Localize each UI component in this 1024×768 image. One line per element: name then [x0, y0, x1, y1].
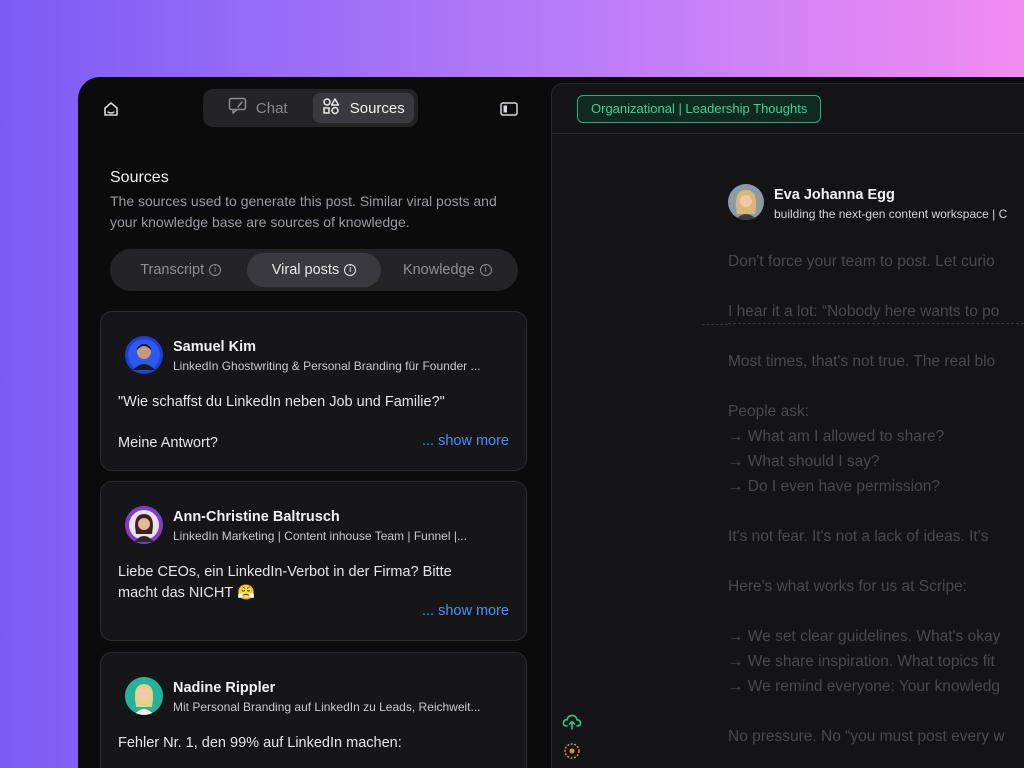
- post-line: → Do I even have permission?: [728, 478, 940, 495]
- sources-panel: Chat Sources Sources The sources used to…: [78, 77, 550, 768]
- post-editor-panel: Organizational | Leadership Thoughts Eva…: [551, 83, 1024, 768]
- post-line: → We set clear guidelines. What's okay: [728, 628, 1001, 645]
- post-line: I hear it a lot: “Nobody here wants to p…: [728, 299, 1024, 324]
- info-icon[interactable]: i: [479, 264, 492, 276]
- post-line: People ask:: [728, 403, 809, 420]
- post-text-line: Liebe CEOs, ein LinkedIn-Verbot in der F…: [118, 564, 452, 580]
- avatar: [125, 336, 163, 374]
- post-line: [728, 549, 1024, 574]
- post-headline: LinkedIn Ghostwriting & Personal Brandin…: [173, 359, 481, 373]
- avatar: [125, 506, 163, 544]
- post-author: Ann-Christine Baltrusch: [173, 509, 340, 525]
- post-text-line: macht das NICHT 😤: [118, 585, 256, 601]
- post-line: No pressure. No “you must post every w: [728, 728, 1005, 745]
- post-body[interactable]: Don't force your team to post. Let curio…: [728, 249, 1024, 749]
- source-type-tabs: Transcript i Viral posts i Knowledge i: [110, 249, 518, 291]
- post-line: [728, 274, 1024, 299]
- tab-viral-posts-label: Viral posts: [271, 262, 340, 278]
- post-line: → We remind everyone: Your knowledg: [728, 678, 1000, 695]
- chat-icon: [228, 97, 248, 119]
- post-line: [728, 374, 1024, 399]
- post-headline: Mit Personal Branding auf LinkedIn zu Le…: [173, 700, 481, 714]
- chat-tab[interactable]: Chat: [207, 93, 309, 123]
- post-line: Here's what works for us at Scripe:: [728, 578, 967, 595]
- sources-heading: Sources: [110, 169, 169, 186]
- sources-icon: [322, 97, 342, 119]
- sources-description: The sources used to generate this post. …: [110, 193, 497, 230]
- tab-knowledge[interactable]: Knowledge i: [381, 253, 514, 287]
- post-line: → What should I say?: [728, 453, 880, 470]
- tab-transcript[interactable]: Transcript i: [114, 253, 247, 287]
- info-icon[interactable]: i: [344, 264, 357, 276]
- avatar: [728, 184, 764, 220]
- panel-toggle-icon[interactable]: [498, 98, 520, 120]
- post-line: [728, 699, 1024, 724]
- post-line: [728, 324, 1024, 349]
- sources-tab-label: Sources: [349, 99, 405, 117]
- app-window: Chat Sources Sources The sources used to…: [78, 77, 1024, 768]
- post-author: Samuel Kim: [173, 339, 256, 355]
- topic-tag[interactable]: Organizational | Leadership Thoughts: [577, 95, 822, 123]
- selection-underline: [702, 324, 728, 325]
- tab-viral-posts[interactable]: Viral posts i: [247, 253, 381, 287]
- post-line: → What am I allowed to share?: [728, 428, 945, 445]
- sources-tab[interactable]: Sources: [312, 93, 414, 123]
- show-more-link[interactable]: ... show more: [422, 433, 509, 449]
- post-line: Don't force your team to post. Let curio: [728, 253, 995, 270]
- home-icon[interactable]: [100, 98, 122, 120]
- editor-topbar: Organizational | Leadership Thoughts: [552, 84, 1024, 134]
- status-indicator-icon[interactable]: [562, 741, 582, 761]
- viral-post-card[interactable]: Ann-Christine Baltrusch LinkedIn Marketi…: [100, 481, 527, 641]
- view-switcher: Chat Sources: [203, 89, 418, 127]
- viral-post-card[interactable]: Samuel Kim LinkedIn Ghostwriting & Perso…: [100, 311, 527, 471]
- post-author: Nadine Rippler: [173, 680, 276, 696]
- post-text-line: Fehler Nr. 1, den 99% auf LinkedIn mache…: [118, 735, 402, 751]
- post-line: → We share inspiration. What topics fit: [728, 653, 995, 670]
- tab-knowledge-label: Knowledge: [402, 262, 475, 278]
- post-line: [728, 599, 1024, 624]
- show-more-link[interactable]: ... show more: [422, 603, 509, 619]
- tab-transcript-label: Transcript: [140, 262, 205, 278]
- chat-tab-label: Chat: [255, 99, 288, 117]
- post-line: Most times, that's not true. The real bl…: [728, 353, 996, 370]
- post-headline: building the next-gen content workspace …: [774, 207, 1008, 221]
- post-line: It's not fear. It's not a lack of ideas.…: [728, 528, 989, 545]
- post-line: [728, 499, 1024, 524]
- post-author: Eva Johanna Egg: [774, 187, 895, 203]
- viral-post-card[interactable]: Nadine Rippler Mit Personal Branding auf…: [100, 652, 527, 768]
- post-headline: LinkedIn Marketing | Content inhouse Tea…: [173, 529, 467, 543]
- post-text-line: "Wie schaffst du LinkedIn neben Job und …: [118, 394, 445, 410]
- avatar: [125, 677, 163, 715]
- cloud-upload-icon[interactable]: [562, 712, 582, 732]
- info-icon[interactable]: i: [209, 264, 222, 276]
